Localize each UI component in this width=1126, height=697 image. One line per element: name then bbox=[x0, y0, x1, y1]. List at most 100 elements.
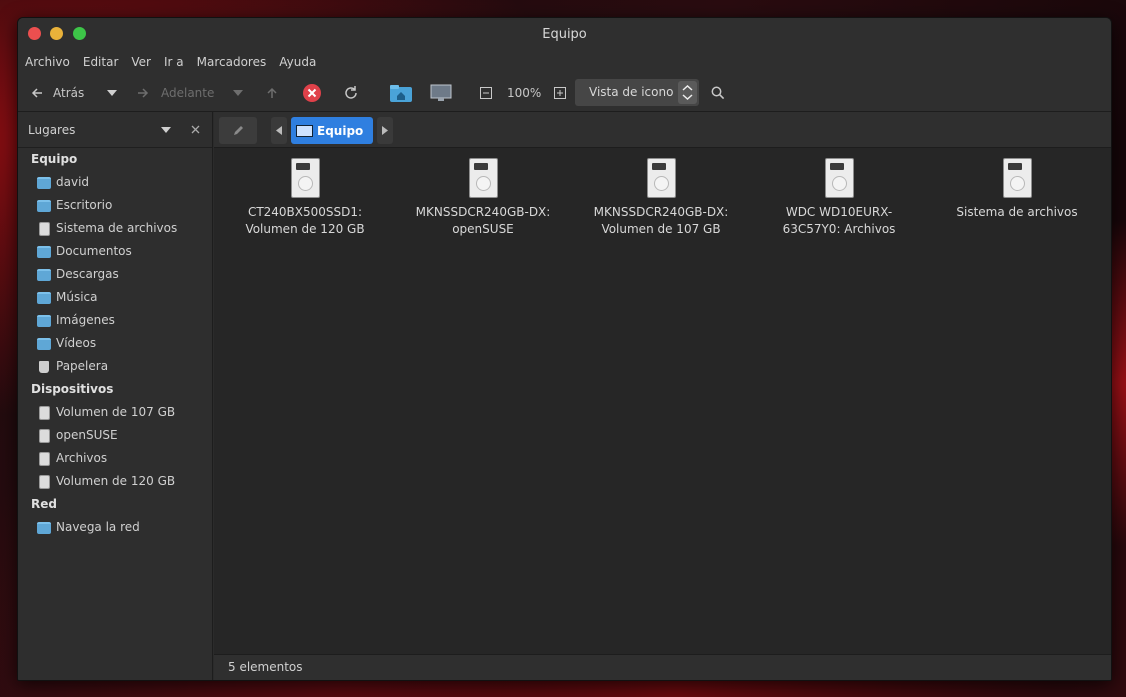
file-manager-window: Equipo Archivo Editar Ver Ir a Marcadore… bbox=[17, 17, 1112, 681]
sidebar-item-videos[interactable]: Vídeos bbox=[18, 332, 212, 355]
view-mode-select[interactable]: Vista de icono bbox=[575, 79, 699, 106]
menu-ir-a[interactable]: Ir a bbox=[164, 55, 184, 69]
zoom-in-button[interactable] bbox=[554, 74, 566, 112]
zoom-out-button[interactable] bbox=[480, 74, 492, 112]
reload-button[interactable] bbox=[343, 74, 359, 112]
monitor-icon bbox=[430, 84, 452, 101]
desktop-folder-icon bbox=[37, 199, 51, 212]
sidebar-item-sistema-de-archivos[interactable]: Sistema de archivos bbox=[18, 217, 212, 240]
drive-icon bbox=[39, 221, 50, 236]
minimize-window-button[interactable] bbox=[50, 27, 63, 40]
file-name-line1: WDC WD10EURX- bbox=[785, 205, 893, 219]
close-window-button[interactable] bbox=[28, 27, 41, 40]
menu-ver[interactable]: Ver bbox=[131, 55, 151, 69]
sidebar-item-musica[interactable]: Música bbox=[18, 286, 212, 309]
back-button[interactable]: Atrás bbox=[30, 74, 84, 112]
file-name: Sistema de archivos bbox=[928, 204, 1106, 221]
videos-folder-icon bbox=[37, 337, 51, 350]
triangle-right-icon bbox=[382, 126, 388, 135]
pathbar-scroll-right[interactable] bbox=[377, 117, 393, 144]
sidebar-item-volumen-120[interactable]: Volumen de 120 GB bbox=[18, 470, 212, 493]
file-item[interactable]: CT240BX500SSD1: Volumen de 120 GB bbox=[216, 158, 394, 238]
maximize-window-button[interactable] bbox=[73, 27, 86, 40]
drive-icon bbox=[824, 158, 854, 198]
sidebar-item-imagenes[interactable]: Imágenes bbox=[18, 309, 212, 332]
sidebar-item-label: Descargas bbox=[56, 267, 119, 281]
caret-down-icon[interactable] bbox=[161, 127, 171, 133]
file-item[interactable]: MKNSSDCR240GB-DX: openSUSE bbox=[394, 158, 572, 238]
sidebar-item-label: Sistema de archivos bbox=[56, 221, 178, 235]
sidebar-item-volumen-107[interactable]: Volumen de 107 GB bbox=[18, 401, 212, 424]
back-history-dropdown[interactable] bbox=[107, 74, 117, 112]
file-item[interactable]: WDC WD10EURX- 63C57Y0: Archivos bbox=[750, 158, 928, 238]
drive-icon bbox=[468, 158, 498, 198]
drive-icon bbox=[1002, 158, 1032, 198]
file-name-line2: 63C57Y0: Archivos bbox=[782, 222, 896, 236]
sidebar-item-label: Escritorio bbox=[56, 198, 113, 212]
file-name-line2: Volumen de 120 GB bbox=[245, 222, 365, 236]
sidebar-item-documentos[interactable]: Documentos bbox=[18, 240, 212, 263]
sidebar-title: Lugares bbox=[28, 123, 76, 137]
stop-icon bbox=[303, 84, 321, 102]
zoom-level: 100% bbox=[507, 86, 542, 100]
home-folder-icon bbox=[37, 176, 51, 189]
sidebar-item-escritorio[interactable]: Escritorio bbox=[18, 194, 212, 217]
file-name-line1: CT240BX500SSD1: bbox=[247, 205, 363, 219]
monitor-icon bbox=[296, 124, 313, 137]
drive-icon bbox=[39, 428, 50, 443]
back-label: Atrás bbox=[53, 86, 85, 100]
music-folder-icon bbox=[37, 291, 51, 304]
sidebar-item-label: Documentos bbox=[56, 244, 132, 258]
file-name: MKNSSDCR240GB-DX: openSUSE bbox=[394, 204, 572, 238]
chevron-updown-icon bbox=[682, 84, 693, 101]
search-button[interactable] bbox=[711, 74, 725, 112]
sidebar-item-archivos[interactable]: Archivos bbox=[18, 447, 212, 470]
sidebar-item-opensuse[interactable]: openSUSE bbox=[18, 424, 212, 447]
sidebar-item-label: Volumen de 107 GB bbox=[56, 405, 176, 419]
triangle-left-icon bbox=[276, 126, 282, 135]
file-item[interactable]: Sistema de archivos bbox=[928, 158, 1106, 221]
breadcrumb-label: Equipo bbox=[317, 123, 364, 138]
close-sidebar-icon[interactable] bbox=[191, 125, 200, 134]
sidebar: Lugares Equipo david Escritorio Sistema … bbox=[18, 112, 213, 680]
view-mode-spinner[interactable] bbox=[678, 81, 697, 104]
menu-marcadores[interactable]: Marcadores bbox=[197, 55, 267, 69]
section-dispositivos: Dispositivos bbox=[31, 382, 114, 396]
documents-folder-icon bbox=[37, 245, 51, 258]
home-folder-icon bbox=[390, 85, 412, 102]
stop-button[interactable] bbox=[302, 74, 322, 112]
file-name-line1: Sistema de archivos bbox=[956, 205, 1078, 219]
view-mode-label: Vista de icono bbox=[589, 85, 674, 99]
downloads-folder-icon bbox=[37, 268, 51, 281]
sidebar-item-david[interactable]: david bbox=[18, 171, 212, 194]
edit-location-button[interactable] bbox=[219, 117, 257, 144]
menu-editar[interactable]: Editar bbox=[83, 55, 119, 69]
sidebar-item-papelera[interactable]: Papelera bbox=[18, 355, 212, 378]
sidebar-item-label: david bbox=[56, 175, 90, 189]
file-name-line1: MKNSSDCR240GB-DX: bbox=[593, 205, 729, 219]
home-button[interactable] bbox=[390, 74, 412, 112]
breadcrumb-equipo[interactable]: Equipo bbox=[291, 117, 373, 144]
file-name-line1: MKNSSDCR240GB-DX: bbox=[415, 205, 551, 219]
sidebar-item-label: Música bbox=[56, 290, 98, 304]
file-item[interactable]: MKNSSDCR240GB-DX: Volumen de 107 GB bbox=[572, 158, 750, 238]
menu-ayuda[interactable]: Ayuda bbox=[279, 55, 316, 69]
sidebar-item-label: Imágenes bbox=[56, 313, 115, 327]
sidebar-item-descargas[interactable]: Descargas bbox=[18, 263, 212, 286]
menu-archivo[interactable]: Archivo bbox=[25, 55, 70, 69]
file-name: WDC WD10EURX- 63C57Y0: Archivos bbox=[750, 204, 928, 238]
sidebar-item-navega-la-red[interactable]: Navega la red bbox=[18, 516, 212, 539]
trash-icon bbox=[39, 360, 49, 373]
file-name: CT240BX500SSD1: Volumen de 120 GB bbox=[216, 204, 394, 238]
computer-button[interactable] bbox=[430, 74, 452, 112]
menubar: Archivo Editar Ver Ir a Marcadores Ayuda bbox=[18, 50, 1111, 74]
forward-button[interactable]: Adelante bbox=[136, 74, 214, 112]
pathbar-scroll-left[interactable] bbox=[271, 117, 287, 144]
drive-icon bbox=[290, 158, 320, 198]
pathbar: Equipo bbox=[214, 112, 1111, 148]
sidebar-item-label: Papelera bbox=[56, 359, 109, 373]
up-button[interactable] bbox=[265, 74, 279, 112]
drive-icon bbox=[646, 158, 676, 198]
section-equipo: Equipo bbox=[31, 152, 78, 166]
forward-history-dropdown[interactable] bbox=[233, 74, 243, 112]
